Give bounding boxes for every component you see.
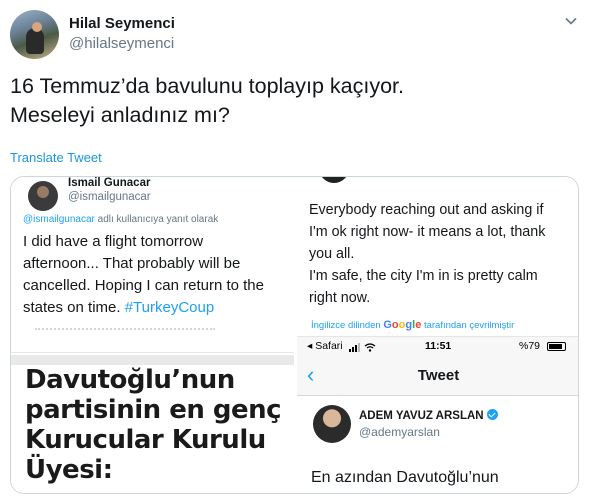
adem-name: ADEM YAVUZ ARSLAN [359,410,484,422]
cropped-avatar [319,177,349,183]
tweet-text-line-2: Meseleyi anladınız mı? [10,103,230,127]
headline-line-2: partisinin en genç [25,395,282,425]
translate-tweet-link[interactable]: Translate Tweet [10,150,102,165]
english-tweet-text: Everybody reaching out and asking if I'm… [309,199,575,309]
google-translation-note: İngilizce dilinden Google tarafından çev… [311,319,514,331]
adem-avatar [313,405,351,443]
english-line-4: I'm safe, the city I'm in is pretty calm [309,268,538,284]
english-line-3: you all. [309,246,355,262]
avatar-head [32,22,42,32]
reply-handle: @ismailgunacar [23,214,95,225]
reply-context: @ismailgunacar adlı kullanıcıya yanıt ol… [23,214,218,225]
english-line-5: right now. [309,290,371,306]
chevron-down-icon[interactable] [564,14,578,28]
battery-icon [547,342,566,351]
verified-badge-icon [486,409,498,420]
action-bar-divider [35,328,215,332]
translate-suffix: tarafından çevrilmiştir [421,320,515,331]
headline-text: Davutoğlu’nun partisinin en genç Kurucul… [25,365,291,485]
media-collage[interactable]: Ismail Gunacar @ismailgunacar @ismailgun… [10,176,579,494]
hashtag-turkeycoup: #TurkeyCoup [124,299,215,316]
translate-prefix: İngilizce dilinden [311,320,384,331]
headline-line-3: Kurucular Kurulu [25,425,266,455]
tweet-text-line-1: 16 Temmuz’da bavulunu toplayıp kaçıyor. [10,74,405,98]
status-battery-percent: %79 [519,340,541,352]
status-time: 11:51 [425,340,452,352]
adem-name-row: ADEM YAVUZ ARSLAN [359,409,498,422]
ismail-handle: @ismailgunacar [68,191,151,203]
adem-tweet-text: En azından Davutoğlu’nun [311,469,499,486]
ismail-line-4: states on time. #TurkeyCoup [23,297,291,319]
author-display-name[interactable]: Hilal Seymenci [69,15,175,32]
english-line-1: Everybody reaching out and asking if [309,202,544,218]
ismail-line-1: I did have a flight tomorrow [23,233,204,250]
screenshot-right-tweets: Everybody reaching out and asking if I'm… [297,177,578,493]
ios-status-bar: ◂ Safari 11:51 %79 [297,336,578,356]
headline-top-band [11,355,294,365]
screenshot-ismail-tweet: Ismail Gunacar @ismailgunacar @ismailgun… [11,177,294,353]
headline-line-1: Davutoğlu’nun [25,365,235,395]
adem-handle: @ademyarslan [359,425,440,439]
signal-wifi-icon [349,343,376,352]
ismail-line-4-text: states on time. [23,299,125,316]
ismail-tweet-text: I did have a flight tomorrow afternoon..… [23,231,291,319]
tweet-nav-bar: ‹ Tweet [297,356,578,396]
headline-line-4: Üyesi: [25,455,113,485]
tweet-text: 16 Temmuz’da bavulunu toplayıp kaçıyor. … [10,72,580,130]
author-handle[interactable]: @hilalseymenci [69,35,174,52]
status-carrier: ◂ Safari [307,340,343,352]
reply-suffix: adlı kullanıcıya yanıt olarak [94,214,219,225]
nav-title: Tweet [417,367,460,384]
ismail-line-3: cancelled. Hoping I can return to the [23,277,264,294]
author-avatar[interactable] [10,10,59,59]
english-line-2: I'm ok right now- it means a lot, thank [309,224,546,240]
ismail-name: Ismail Gunacar [68,177,151,189]
ismail-line-2: afternoon... That probably will be [23,255,241,272]
google-logo-icon: Google [383,319,422,331]
ismail-avatar [28,181,58,211]
screenshot-headline: Davutoğlu’nun partisinin en genç Kurucul… [11,355,294,493]
